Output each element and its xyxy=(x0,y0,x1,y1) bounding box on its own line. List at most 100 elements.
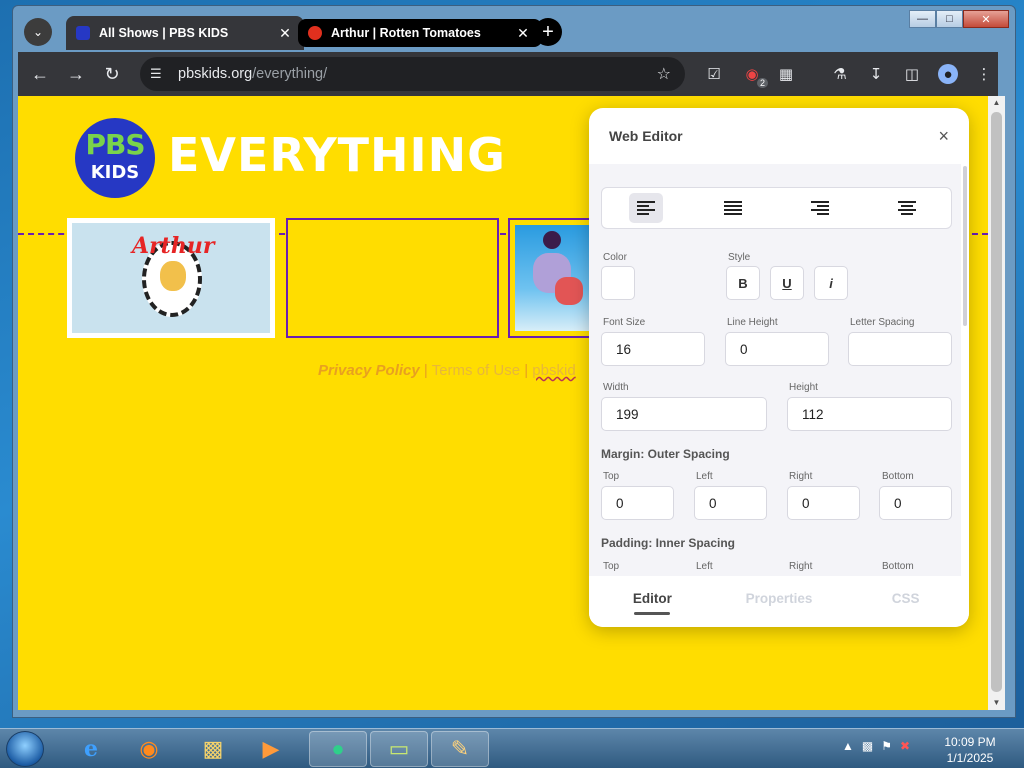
letter-spacing-input[interactable] xyxy=(848,332,952,366)
media-player-icon[interactable]: ▶ xyxy=(242,731,300,767)
sticky-notes-icon[interactable]: ▭ xyxy=(370,731,428,767)
url-host: pbskids.org xyxy=(178,66,253,82)
tab-title: Arthur | Rotten Tomatoes xyxy=(331,26,481,40)
arthur-thumbnail: Arthur xyxy=(72,223,270,333)
labs-flask-icon[interactable]: ⚗ xyxy=(830,64,850,84)
close-tab-icon[interactable]: ✕ xyxy=(514,25,532,42)
logo-pbs-text: PBS xyxy=(85,128,145,161)
line-height-label: Line Height xyxy=(727,317,778,328)
show-card-empty-image xyxy=(293,225,492,331)
show-card-selected[interactable] xyxy=(286,218,499,338)
menu-kebab-icon[interactable]: ⋮ xyxy=(974,64,994,84)
padding-section-title: Padding: Inner Spacing xyxy=(601,536,736,550)
align-justify-button[interactable] xyxy=(716,193,750,223)
terms-of-use-link[interactable]: Terms of Use xyxy=(432,362,520,379)
flag-icon[interactable]: ⚑ xyxy=(881,739,892,753)
editor-header: Web Editor × xyxy=(589,108,969,164)
editor-title: Web Editor xyxy=(609,128,683,144)
width-input[interactable]: 199 xyxy=(601,397,767,431)
extension-check-icon[interactable]: ☑ xyxy=(704,64,724,84)
padding-right-label: Right xyxy=(789,561,813,572)
start-button[interactable] xyxy=(6,731,44,767)
address-bar[interactable]: ☰ pbskids.org/everything/ ☆ xyxy=(140,57,685,91)
back-arrow-icon[interactable]: ← xyxy=(28,62,52,86)
font-size-label: Font Size xyxy=(603,317,646,328)
arthur-logo-text: Arthur xyxy=(132,233,215,259)
pbskids-link[interactable]: pbskid xyxy=(532,362,575,379)
web-editor-panel: Web Editor × Color Style B U i Font Size… xyxy=(589,108,969,627)
volume-muted-icon[interactable]: ✖ xyxy=(900,739,910,753)
scroll-down-icon[interactable]: ▼ xyxy=(988,696,1005,710)
color-picker[interactable] xyxy=(601,266,635,300)
pbs-kids-favicon-icon xyxy=(76,26,90,40)
reload-icon[interactable]: ↻ xyxy=(100,62,124,86)
line-height-input[interactable]: 0 xyxy=(725,332,829,366)
character-figure xyxy=(555,277,583,305)
tab-strip: ⌄ All Shows | PBS KIDS ✕ Arthur | Rotten… xyxy=(18,14,998,52)
paint-icon[interactable]: ✎ xyxy=(431,731,489,767)
close-icon[interactable]: × xyxy=(938,126,949,147)
character-figure xyxy=(543,231,561,249)
margin-left-input[interactable]: 0 xyxy=(694,486,767,520)
privacy-policy-link[interactable]: Privacy Policy xyxy=(318,362,420,379)
bookmark-star-icon[interactable]: ☆ xyxy=(657,64,671,84)
scrollbar-thumb[interactable] xyxy=(991,112,1002,692)
show-thumbnail xyxy=(515,225,591,331)
profile-avatar-icon[interactable]: ● xyxy=(938,64,958,84)
internet-explorer-icon[interactable]: e xyxy=(62,731,120,767)
site-settings-icon[interactable]: ☰ xyxy=(150,66,172,82)
forward-arrow-icon[interactable]: → xyxy=(64,62,88,86)
tab-pbs-kids[interactable]: All Shows | PBS KIDS ✕ xyxy=(66,16,304,50)
bold-button[interactable]: B xyxy=(726,266,760,300)
url-text[interactable]: pbskids.org/everything/ xyxy=(178,66,657,82)
url-path: /everything/ xyxy=(252,66,328,82)
color-label: Color xyxy=(603,252,627,263)
scroll-up-icon[interactable]: ▲ xyxy=(988,96,1005,110)
height-label: Height xyxy=(789,382,818,393)
footer-separator: | xyxy=(419,362,432,379)
editor-scrollbar[interactable] xyxy=(963,166,967,326)
tab-editor[interactable]: Editor xyxy=(589,576,716,627)
browser-toolbar: ← → ↻ ☰ pbskids.org/everything/ ☆ ☑ ◉ 2 ▦… xyxy=(18,52,998,96)
italic-button[interactable]: i xyxy=(814,266,848,300)
style-label: Style xyxy=(728,252,751,263)
font-size-input[interactable]: 16 xyxy=(601,332,705,366)
tab-css[interactable]: CSS xyxy=(842,576,969,627)
show-card-arthur[interactable]: Arthur xyxy=(67,218,275,338)
close-tab-icon[interactable]: ✕ xyxy=(276,25,294,42)
align-right-button[interactable] xyxy=(803,193,837,223)
margin-left-label: Left xyxy=(696,471,713,482)
file-explorer-icon[interactable]: ▩ xyxy=(184,731,242,767)
align-center-icon xyxy=(898,199,917,217)
extension-red-icon[interactable]: ◉ 2 xyxy=(742,64,768,88)
tray-expand-icon[interactable]: ▲ xyxy=(842,739,854,753)
underline-button[interactable]: U xyxy=(770,266,804,300)
align-center-button[interactable] xyxy=(890,193,924,223)
tab-title: All Shows | PBS KIDS xyxy=(99,26,229,40)
margin-right-input[interactable]: 0 xyxy=(787,486,860,520)
clock-date: 1/1/2025 xyxy=(946,751,994,765)
chevron-down-icon: ⌄ xyxy=(32,25,44,39)
pbs-kids-logo[interactable]: PBS KIDS xyxy=(75,118,155,198)
margin-bottom-input[interactable]: 0 xyxy=(879,486,952,520)
download-icon[interactable]: ↧ xyxy=(866,64,886,84)
tab-rotten-tomatoes[interactable]: Arthur | Rotten Tomatoes ✕ xyxy=(298,19,542,47)
align-left-button[interactable] xyxy=(628,193,663,223)
clock[interactable]: 10:09 PM 1/1/2025 xyxy=(930,734,1010,766)
extensions-puzzle-icon[interactable]: ▦ xyxy=(776,64,796,84)
windows-taskbar: e ◉ ▩ ▶ ● ▭ ✎ ▲ ▩ ⚑ ✖ 10:09 PM 1/1/2025 xyxy=(0,728,1024,768)
network-icon[interactable]: ▩ xyxy=(862,739,873,753)
tab-properties[interactable]: Properties xyxy=(716,576,843,627)
height-input[interactable]: 112 xyxy=(787,397,952,431)
arthur-face xyxy=(160,261,186,291)
margin-top-label: Top xyxy=(603,471,620,482)
page-scrollbar[interactable]: ▲ ▼ xyxy=(988,96,1005,710)
firefox-icon[interactable]: ◉ xyxy=(120,731,178,767)
margin-top-input[interactable]: 0 xyxy=(601,486,674,520)
new-tab-button[interactable]: + xyxy=(534,18,562,46)
editor-tabs: Editor Properties CSS xyxy=(589,576,969,627)
show-card-steven-universe[interactable] xyxy=(508,218,598,338)
side-panel-icon[interactable]: ◫ xyxy=(902,64,922,84)
tab-search-button[interactable]: ⌄ xyxy=(24,18,52,46)
chrome-taskbar-icon[interactable]: ● xyxy=(309,731,367,767)
